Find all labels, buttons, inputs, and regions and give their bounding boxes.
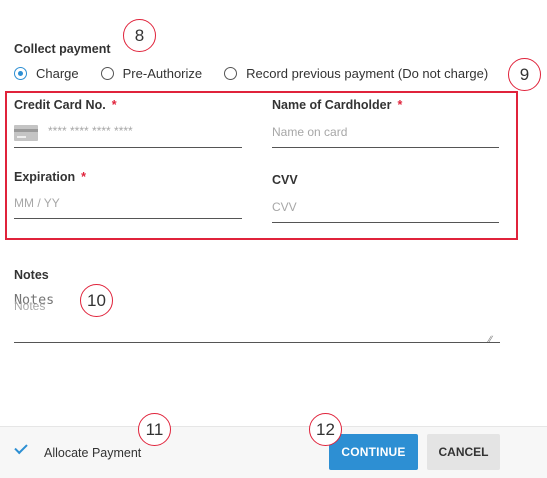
radio-record-previous-label[interactable]: Record previous payment (Do not charge): [246, 66, 488, 81]
cvv-input[interactable]: CVV: [272, 200, 297, 214]
callout-8: 8: [123, 19, 156, 52]
cancel-button[interactable]: CANCEL: [427, 434, 500, 470]
continue-button[interactable]: CONTINUE: [329, 434, 418, 470]
radio-pre-authorize[interactable]: [100, 67, 114, 80]
callout-9: 9: [508, 58, 541, 91]
card-number-label-text: Credit Card No.: [14, 98, 106, 112]
resize-grip-icon[interactable]: ∕∕: [489, 334, 492, 344]
required-marker: *: [81, 170, 86, 184]
expiration-label-text: Expiration: [14, 170, 76, 184]
expiration-label: Expiration *: [14, 170, 86, 184]
cardholder-input[interactable]: Name on card: [272, 125, 347, 139]
expiration-underline: [14, 218, 242, 219]
cvv-underline: [272, 222, 499, 223]
callout-12: 12: [309, 413, 342, 446]
radio-charge[interactable]: [14, 67, 27, 80]
radio-record-previous[interactable]: [224, 67, 238, 80]
required-marker: *: [111, 98, 117, 112]
cardholder-underline: [272, 147, 499, 148]
notes-placeholder: Notes: [14, 299, 46, 313]
callout-10: 10: [80, 284, 113, 317]
callout-11: 11: [138, 413, 171, 446]
expiration-input[interactable]: MM / YY: [14, 196, 60, 210]
radio-pre-authorize-label[interactable]: Pre-Authorize: [123, 66, 202, 81]
cardholder-label: Name of Cardholder *: [272, 98, 402, 112]
cardholder-label-text: Name of Cardholder: [272, 98, 392, 112]
notes-label: Notes: [14, 268, 49, 282]
credit-card-icon: [14, 125, 38, 141]
collect-payment-heading: Collect payment: [14, 42, 111, 56]
required-marker: *: [397, 98, 403, 112]
cvv-label: CVV: [272, 173, 298, 187]
card-number-input[interactable]: **** **** **** ****: [48, 124, 133, 138]
payment-type-radio-group: Charge Pre-Authorize Record previous pay…: [14, 66, 510, 81]
radio-charge-label[interactable]: Charge: [36, 66, 79, 81]
allocate-payment-label[interactable]: Allocate Payment: [44, 446, 141, 460]
card-number-label: Credit Card No. *: [14, 98, 117, 112]
card-number-underline: [14, 147, 242, 148]
